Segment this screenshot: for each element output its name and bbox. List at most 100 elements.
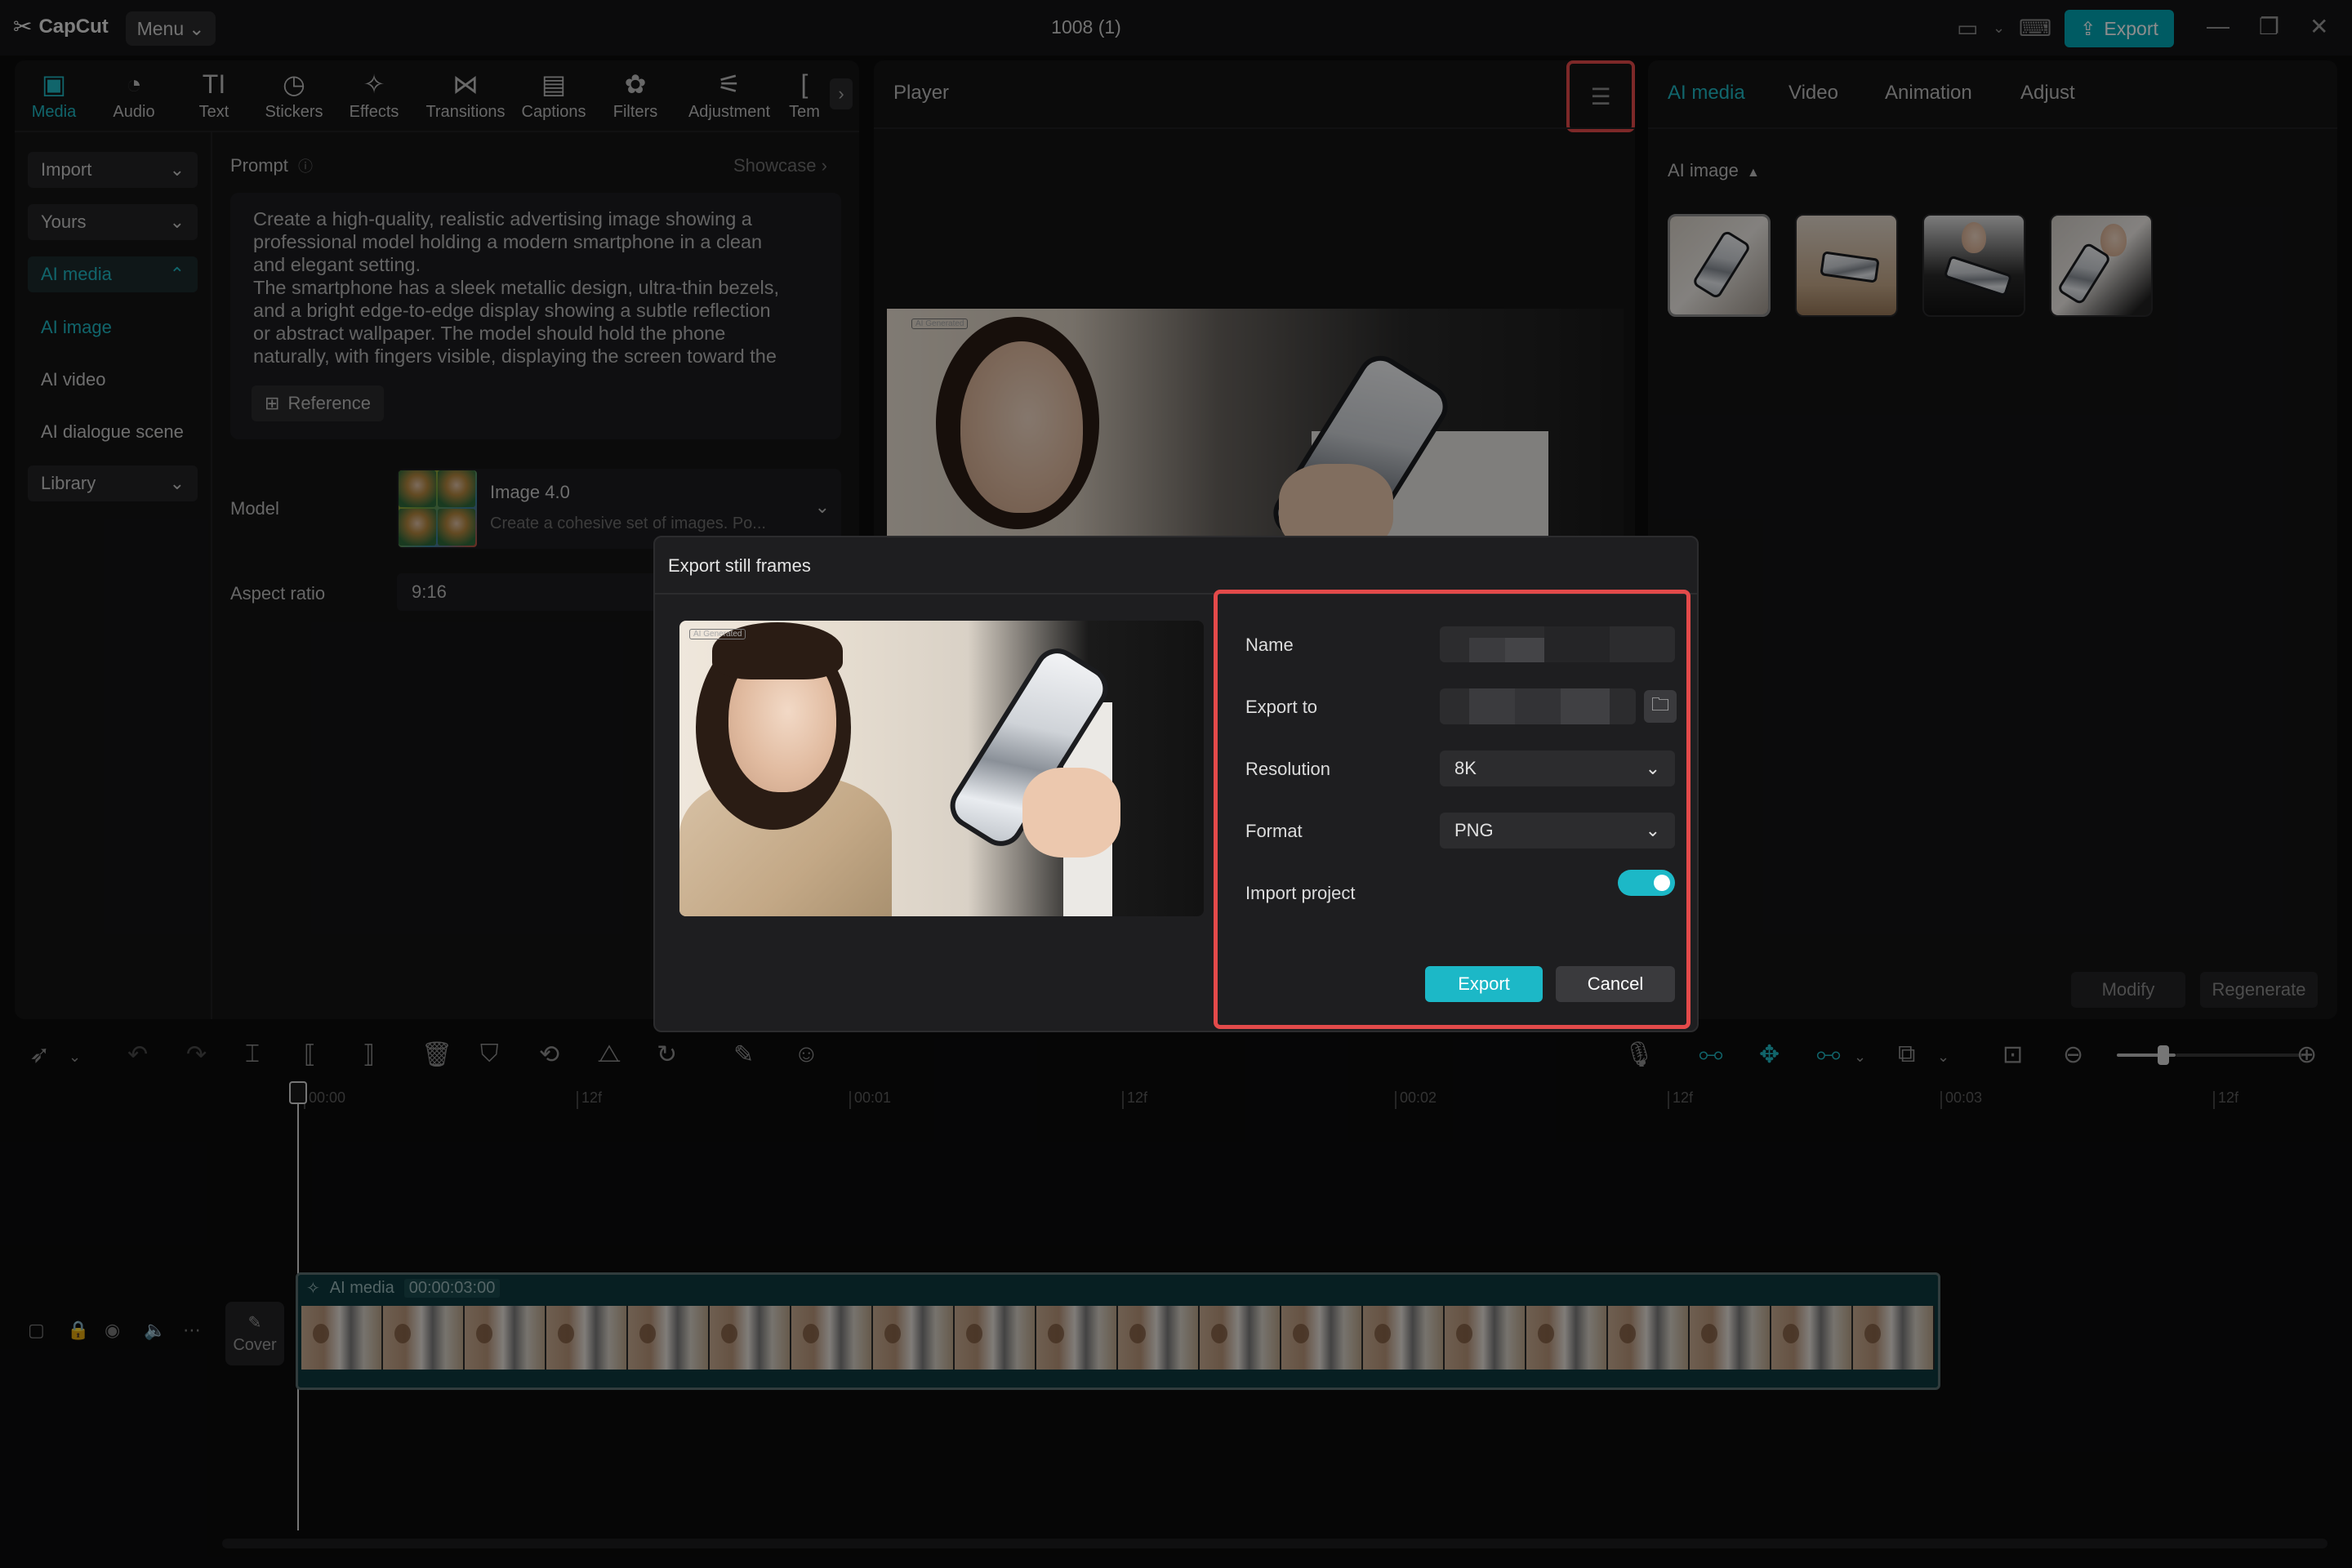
ai-image-thumbnail-4[interactable] (2050, 214, 2153, 317)
redo-icon[interactable]: ↷ (186, 1040, 207, 1069)
snap-icon[interactable]: ⧟ (1699, 1040, 1723, 1068)
reference-button[interactable]: ⊞ Reference (252, 385, 384, 421)
timeline-scrollbar[interactable] (222, 1539, 2328, 1548)
timeline-clip[interactable]: ✧ AI media 00:00:03:00 (296, 1272, 1940, 1390)
ai-image-section-toggle[interactable]: AI image ▲ (1668, 160, 1760, 181)
aspect-ratio-select[interactable]: 9:16 (397, 573, 675, 611)
more-icon[interactable]: ⋯ (183, 1320, 201, 1341)
tab-effects[interactable]: ✧ Effects (335, 64, 413, 127)
magic-edit-icon[interactable]: ✎ (733, 1040, 754, 1069)
sidebar-item-label: Library (41, 473, 96, 493)
tab-adjustment[interactable]: ⚟ Adjustment (683, 64, 776, 127)
microphone-icon[interactable]: 🎙 (1624, 1040, 1655, 1069)
shortcuts-icon[interactable]: ⌨ (2019, 15, 2051, 42)
sidebar-item-label: Yours (41, 212, 87, 232)
sidebar-item-ai-dialogue-scene[interactable]: AI dialogue scene (41, 421, 184, 443)
toolbar-scroll-right-button[interactable]: › (830, 78, 853, 109)
zoom-slider-handle[interactable] (2158, 1045, 2169, 1065)
sidebar-item-ai-media[interactable]: AI media ⌃ (28, 256, 198, 292)
zoom-out-icon[interactable]: ⊖ (2063, 1040, 2083, 1069)
lock-icon[interactable]: 🔒 (67, 1320, 89, 1341)
export-path-input[interactable] (1440, 688, 1636, 724)
layout-icon[interactable]: ▭ (1957, 15, 1978, 42)
player-menu-button[interactable]: ☰ (1566, 60, 1635, 132)
resolution-select[interactable]: 8K ⌄ (1440, 751, 1675, 786)
format-label: Format (1245, 821, 1303, 841)
chevron-down-icon[interactable]: ⌄ (1854, 1049, 1866, 1066)
close-icon[interactable]: ✕ (2310, 13, 2328, 40)
chevron-up-icon: ⌃ (169, 264, 185, 284)
regenerate-button[interactable]: Regenerate (2200, 972, 2318, 1008)
person-icon[interactable]: ☺ (794, 1040, 819, 1068)
ai-image-thumbnail-1[interactable] (1668, 214, 1771, 317)
zoom-in-icon[interactable]: ⊕ (2296, 1040, 2317, 1069)
tab-adjust[interactable]: Adjust (2020, 82, 2075, 105)
mirror-icon[interactable]: ⧍ (598, 1040, 621, 1068)
sidebar-item-ai-video[interactable]: AI video (41, 369, 106, 390)
select-cursor-icon[interactable]: ➶ (29, 1040, 50, 1069)
sidebar-item-library[interactable]: Library ⌄ (28, 466, 198, 501)
resolution-label: Resolution (1245, 759, 1330, 779)
export-button[interactable]: ⇪ Export (2065, 10, 2174, 47)
chevron-down-icon: ⌄ (169, 473, 185, 493)
chevron-down-icon[interactable]: ⌄ (69, 1049, 81, 1066)
redacted-block (1515, 688, 1561, 724)
chevron-down-icon[interactable]: ⌄ (1993, 20, 2005, 37)
link-icon[interactable]: ⧟ (1816, 1040, 1841, 1068)
delete-icon[interactable]: 🗑 (421, 1040, 452, 1069)
tab-text[interactable]: TI Text (175, 64, 253, 127)
ai-image-thumbnail-3[interactable] (1922, 214, 2025, 317)
undo-icon[interactable]: ↶ (127, 1040, 148, 1069)
export-confirm-button[interactable]: Export (1425, 966, 1543, 1002)
sidebar-item-ai-image[interactable]: AI image (41, 317, 112, 338)
crop-icon[interactable]: ⟲ (539, 1040, 559, 1069)
volume-icon[interactable]: 🔈 (144, 1320, 166, 1341)
magnet-icon[interactable]: ✥ (1759, 1040, 1780, 1069)
split-right-icon[interactable]: ⟧ (363, 1040, 375, 1069)
info-icon[interactable]: ⓘ (298, 158, 313, 175)
format-select[interactable]: PNG ⌄ (1440, 813, 1675, 849)
track-video-icon[interactable]: ▢ (28, 1320, 45, 1341)
restore-icon[interactable]: ❐ (2259, 13, 2279, 40)
rotate-icon[interactable]: ↻ (657, 1040, 677, 1069)
showcase-link[interactable]: Showcase › (733, 155, 827, 176)
tab-ai-media[interactable]: AI media (1668, 82, 1745, 105)
tab-animation[interactable]: Animation (1885, 82, 1972, 105)
cancel-button[interactable]: Cancel (1556, 966, 1675, 1002)
audio-icon: ◔ (126, 69, 142, 99)
tab-transitions[interactable]: ⋈ Transitions (420, 64, 511, 127)
capcut-logo-icon: ✂ (13, 14, 33, 39)
eye-icon[interactable]: ◉ (105, 1320, 120, 1341)
tab-templates[interactable]: [ Tem (776, 64, 833, 127)
minimize-icon[interactable]: — (2207, 13, 2230, 39)
tab-video[interactable]: Video (1788, 82, 1838, 105)
name-input[interactable] (1440, 626, 1675, 662)
marker-icon[interactable]: ⛉ (480, 1040, 499, 1068)
browse-folder-button[interactable]: 🗀 (1644, 690, 1677, 723)
ai-image-thumbnail-2[interactable] (1795, 214, 1898, 317)
prompt-input[interactable]: Create a high-quality, realistic adverti… (230, 193, 841, 439)
timeline-ruler[interactable] (297, 1083, 2339, 1112)
import-project-toggle[interactable] (1618, 870, 1675, 896)
clip-frame-thumbnail (1363, 1306, 1445, 1370)
tab-stickers[interactable]: ◷ Stickers (255, 64, 333, 127)
sidebar-item-yours[interactable]: Yours ⌄ (28, 204, 198, 240)
modify-button[interactable]: Modify (2071, 972, 2185, 1008)
menu-button[interactable]: Menu ⌄ (126, 11, 216, 46)
tab-filters[interactable]: ✿ Filters (596, 64, 675, 127)
split-left-icon[interactable]: ⟦ (304, 1040, 316, 1069)
tab-media[interactable]: ▣ Media (15, 64, 93, 127)
cover-button[interactable]: ✎ Cover (225, 1302, 284, 1365)
filters-icon: ✿ (624, 69, 647, 99)
preview-axis-icon[interactable]: ⧉ (1898, 1040, 1915, 1068)
split-icon[interactable]: ⌶ (245, 1040, 260, 1068)
sidebar-item-import[interactable]: Import ⌄ (28, 152, 198, 188)
fit-timeline-icon[interactable]: ⊡ (2002, 1040, 2023, 1069)
reference-label: Reference (287, 393, 371, 413)
playhead-handle[interactable] (289, 1081, 307, 1104)
tab-audio[interactable]: ◔ Audio (95, 64, 173, 127)
chevron-down-icon[interactable]: ⌄ (1937, 1049, 1949, 1066)
tab-label: Captions (521, 102, 586, 121)
name-label: Name (1245, 635, 1294, 655)
tab-captions[interactable]: ▤ Captions (514, 64, 593, 127)
